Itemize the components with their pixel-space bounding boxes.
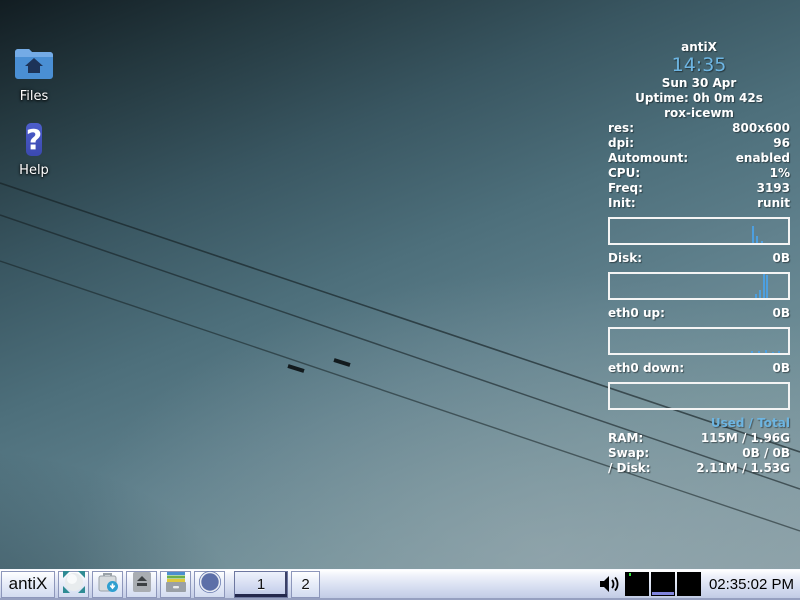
cpu-monitor-applet[interactable] — [625, 572, 649, 596]
conky-row-ram: RAM:115M / 1.96G — [608, 431, 790, 446]
conky-row-dpi: dpi:96 — [608, 136, 790, 151]
screen-globe-icon — [62, 570, 86, 599]
package-installer-icon — [96, 570, 120, 599]
system-tray: 02:35:02 PM — [598, 572, 798, 596]
conky-usage-header: Used / Total — [608, 416, 790, 431]
desktop-icon-label: Help — [2, 163, 66, 178]
home-folder-icon — [13, 46, 55, 86]
conky-uptime: Uptime: 0h 0m 42s — [608, 91, 790, 106]
toolbar-button-unmount[interactable] — [126, 571, 157, 598]
taskbar: antiX — [0, 569, 800, 600]
cpu-activity-tick — [629, 573, 631, 576]
workspace-switcher: 1 2 — [234, 571, 323, 598]
workspace-button-1[interactable]: 1 — [234, 571, 288, 598]
desktop-icon-label: Files — [2, 89, 66, 104]
browser-compass-icon — [198, 570, 222, 599]
ram-monitor-applet[interactable] — [651, 572, 675, 596]
taskbar-clock[interactable]: 02:35:02 PM — [709, 576, 794, 593]
toolbar-button-browser[interactable] — [194, 571, 225, 598]
cpu-usage-graph — [608, 217, 790, 245]
conky-row-cpu: CPU:1% — [608, 166, 790, 181]
toolbar-button-screen[interactable] — [58, 571, 89, 598]
antix-menu-button[interactable]: antiX — [1, 571, 55, 598]
eth0-down-graph — [608, 382, 790, 410]
conky-row-res: res:800x600 — [608, 121, 790, 136]
question-mark-icon: ? — [26, 120, 42, 160]
conky-row-swap: Swap:0B / 0B — [608, 446, 790, 461]
net-monitor-applet[interactable] — [677, 572, 701, 596]
conky-row-eth0-down: eth0 down:0B — [608, 361, 790, 376]
workspace-button-2[interactable]: 2 — [291, 571, 320, 598]
toolbar-button-file-manager[interactable] — [160, 571, 191, 598]
file-drawer-icon — [164, 570, 188, 599]
conky-row-disk-io: Disk:0B — [608, 251, 790, 266]
conky-session: rox-icewm — [608, 106, 790, 121]
conky-date: Sun 30 Apr — [608, 76, 790, 91]
conky-row-eth0-up: eth0 up:0B — [608, 306, 790, 321]
conky-clock: 14:35 — [608, 55, 790, 76]
desktop-icon-files[interactable]: Files — [2, 46, 66, 104]
ram-usage-bar — [652, 592, 674, 595]
eject-unmount-icon — [130, 570, 154, 599]
conky-row-init: Init:runit — [608, 196, 790, 211]
desktop-icon-help[interactable]: ? Help — [2, 120, 66, 178]
eth0-up-graph — [608, 327, 790, 355]
disk-io-graph — [608, 272, 790, 300]
volume-speaker-icon[interactable] — [598, 574, 620, 594]
conky-system-monitor: antiX 14:35 Sun 30 Apr Uptime: 0h 0m 42s… — [608, 40, 790, 476]
conky-row-freq: Freq:3193 — [608, 181, 790, 196]
desktop: Files ? Help antiX 14:35 Sun 30 Apr Upti… — [0, 0, 800, 600]
conky-row-root-disk: / Disk:2.11M / 1.53G — [608, 461, 790, 476]
conky-distro: antiX — [608, 40, 790, 55]
toolbar-button-package-installer[interactable] — [92, 571, 123, 598]
conky-row-automount: Automount:enabled — [608, 151, 790, 166]
